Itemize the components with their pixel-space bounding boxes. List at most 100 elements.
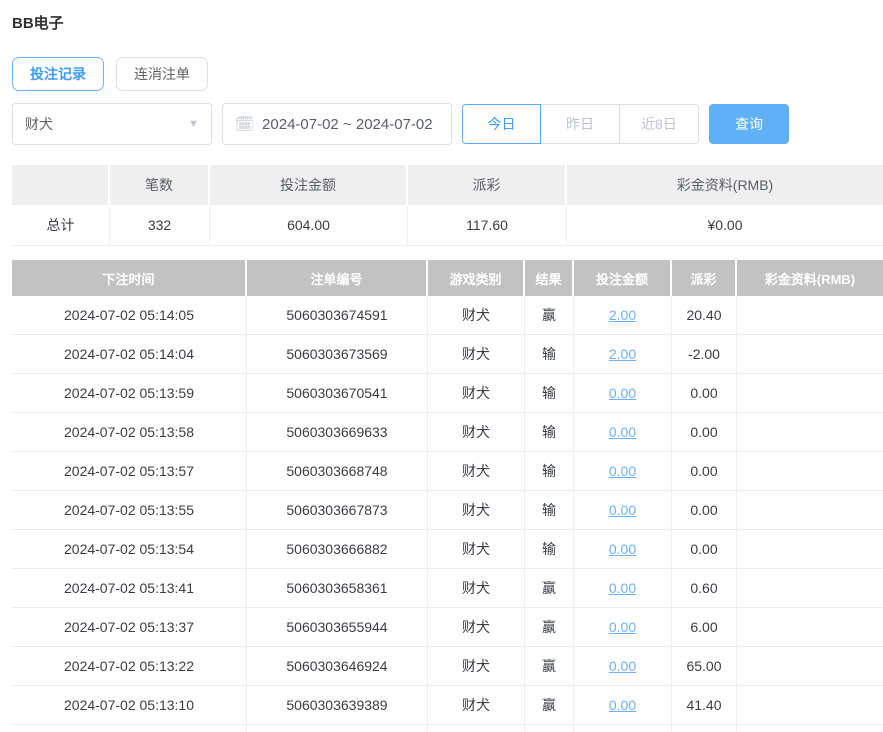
cell-bet-amount: 0.00 xyxy=(574,530,672,568)
chevron-down-icon: ▼ xyxy=(188,118,199,130)
cell-order-number: 5060303669633 xyxy=(247,413,428,451)
table-row: 2024-07-02 05:14:04 5060303673569 财犬 输 2… xyxy=(12,335,883,374)
filter-bar: 财犬 ▼ 🗓 2024-07-02 ~ 2024-07-02 今日 昨日 近8日… xyxy=(12,103,883,145)
summary-total-bet-amount: 604.00 xyxy=(210,205,408,245)
cell-bonus xyxy=(737,413,883,451)
cell-game-type: 财犬 xyxy=(428,530,525,568)
cell-order-number: 5060303673569 xyxy=(247,335,428,373)
cell-bet-amount: 0.00 xyxy=(574,413,672,451)
bet-amount-link[interactable]: 0.00 xyxy=(609,463,636,479)
cell-payout: 0.00 xyxy=(672,725,737,732)
bet-amount-link[interactable]: 0.00 xyxy=(609,697,636,713)
table-row: 2024-07-02 05:13:10 5060303639389 财犬 赢 0… xyxy=(12,686,883,725)
table-row: 2024-07-02 05:13:37 5060303655944 财犬 赢 0… xyxy=(12,608,883,647)
game-select[interactable]: 财犬 ▼ xyxy=(12,103,212,145)
summary-header-row: 笔数 投注金额 派彩 彩金资料(RMB) xyxy=(12,165,883,205)
cell-bet-amount: 0.00 xyxy=(574,608,672,646)
cell-order-number: 5060303646924 xyxy=(247,647,428,685)
cell-game-type: 财犬 xyxy=(428,413,525,451)
cell-bet-time: 2024-07-02 05:13:22 xyxy=(12,647,247,685)
cell-order-number: 5060303674591 xyxy=(247,296,428,334)
cell-game-type: 财犬 xyxy=(428,647,525,685)
table-row: 2024-07-02 05:13:55 5060303667873 财犬 输 0… xyxy=(12,491,883,530)
header-order-number: 注单编号 xyxy=(247,260,428,296)
cell-bet-amount: 0.00 xyxy=(574,569,672,607)
cell-bet-amount: 2.00 xyxy=(574,296,672,334)
date-range-value: 2024-07-02 ~ 2024-07-02 xyxy=(262,115,433,133)
cell-result: 输 xyxy=(525,374,574,412)
cell-game-type: 财犬 xyxy=(428,608,525,646)
bet-amount-link[interactable]: 0.00 xyxy=(609,385,636,401)
tab-cancelled-orders[interactable]: 连消注单 xyxy=(116,57,208,91)
cell-payout: 20.40 xyxy=(672,296,737,334)
cell-bonus xyxy=(737,530,883,568)
cell-bet-amount: 0.00 xyxy=(574,686,672,724)
cell-game-type: 财犬 xyxy=(428,374,525,412)
cell-bet-time: 2024-07-02 05:13:54 xyxy=(12,530,247,568)
summary-total-payout: 117.60 xyxy=(408,205,567,245)
summary-table: 笔数 投注金额 派彩 彩金资料(RMB) 总计 332 604.00 117.6… xyxy=(12,165,883,246)
date-range-input[interactable]: 🗓 2024-07-02 ~ 2024-07-02 xyxy=(222,103,452,145)
cell-bonus xyxy=(737,608,883,646)
header-game-type: 游戏类别 xyxy=(428,260,525,296)
bet-amount-link[interactable]: 2.00 xyxy=(609,346,636,362)
bet-amount-link[interactable]: 2.00 xyxy=(609,307,636,323)
cell-game-type: 财犬 xyxy=(428,335,525,373)
cell-bet-amount: 0.00 xyxy=(574,452,672,490)
header-payout: 派彩 xyxy=(672,260,737,296)
cell-payout: 0.00 xyxy=(672,491,737,529)
table-row: 2024-07-02 05:13:59 5060303670541 财犬 输 0… xyxy=(12,374,883,413)
cell-payout: 0.00 xyxy=(672,530,737,568)
cell-payout: 0.60 xyxy=(672,569,737,607)
game-select-value: 财犬 xyxy=(25,116,53,132)
bet-amount-link[interactable]: 0.00 xyxy=(609,619,636,635)
cell-bet-time: 2024-07-02 05:13:57 xyxy=(12,452,247,490)
cell-order-number: 5060303670541 xyxy=(247,374,428,412)
cell-bet-time: 2024-07-02 05:13:41 xyxy=(12,569,247,607)
cell-game-type: 财犬 xyxy=(428,725,525,732)
cell-payout: -2.00 xyxy=(672,335,737,373)
cell-result: 赢 xyxy=(525,647,574,685)
cell-result: 赢 xyxy=(525,569,574,607)
cell-bonus xyxy=(737,374,883,412)
cell-payout: 0.00 xyxy=(672,452,737,490)
cell-bet-time: 2024-07-02 05:13:37 xyxy=(12,608,247,646)
cell-order-number: 5060303658361 xyxy=(247,569,428,607)
summary-header-count: 笔数 xyxy=(110,165,210,205)
cell-result: 输 xyxy=(525,491,574,529)
last-8-days-button[interactable]: 近8日 xyxy=(620,104,699,144)
summary-header-payout: 派彩 xyxy=(408,165,567,205)
today-button[interactable]: 今日 xyxy=(462,104,541,144)
cell-bet-amount: 0.00 xyxy=(574,725,672,732)
cell-game-type: 财犬 xyxy=(428,296,525,334)
summary-header-bet-amount: 投注金额 xyxy=(210,165,408,205)
cell-bonus xyxy=(737,452,883,490)
tab-bet-records[interactable]: 投注记录 xyxy=(12,57,104,91)
cell-bet-time: 2024-07-02 05:13:59 xyxy=(12,374,247,412)
cell-order-number: 5060303667873 xyxy=(247,491,428,529)
cell-order-number: 5060303668748 xyxy=(247,452,428,490)
table-row: 2024-07-02 05:13:41 5060303658361 财犬 赢 0… xyxy=(12,569,883,608)
cell-bet-time: 2024-07-02 05:13:09 xyxy=(12,725,247,732)
yesterday-button[interactable]: 昨日 xyxy=(541,104,620,144)
bet-amount-link[interactable]: 0.00 xyxy=(609,580,636,596)
query-button[interactable]: 查询 xyxy=(709,104,789,144)
cell-result: 赢 xyxy=(525,686,574,724)
bet-amount-link[interactable]: 0.00 xyxy=(609,424,636,440)
cell-bonus xyxy=(737,491,883,529)
bet-amount-link[interactable]: 0.00 xyxy=(609,658,636,674)
bet-amount-link[interactable]: 0.00 xyxy=(609,502,636,518)
cell-bet-time: 2024-07-02 05:14:04 xyxy=(12,335,247,373)
cell-bonus xyxy=(737,647,883,685)
summary-total-label: 总计 xyxy=(12,205,110,245)
cell-payout: 65.00 xyxy=(672,647,737,685)
cell-bonus xyxy=(737,569,883,607)
table-row: 2024-07-02 05:13:57 5060303668748 财犬 输 0… xyxy=(12,452,883,491)
cell-order-number: 5060303639389 xyxy=(247,686,428,724)
header-bet-time: 下注时间 xyxy=(12,260,247,296)
cell-bet-amount: 0.00 xyxy=(574,374,672,412)
cell-payout: 0.00 xyxy=(672,413,737,451)
bet-amount-link[interactable]: 0.00 xyxy=(609,541,636,557)
cell-result: 赢 xyxy=(525,608,574,646)
cell-payout: 41.40 xyxy=(672,686,737,724)
